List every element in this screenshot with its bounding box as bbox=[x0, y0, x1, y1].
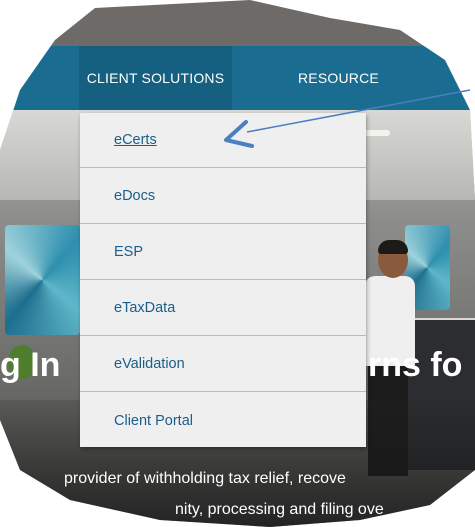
nav-client-solutions[interactable]: CLIENT SOLUTIONS bbox=[79, 46, 232, 110]
screenshot-crop: CLIENT SOLUTIONS RESOURCE g In rns fo pr… bbox=[0, 0, 475, 527]
dropdown-item-edocs[interactable]: eDocs bbox=[80, 169, 366, 224]
nav-resources-label: RESOURCE bbox=[298, 70, 379, 86]
nav-resources[interactable]: RESOURCE bbox=[298, 46, 379, 110]
dropdown-item-esp[interactable]: ESP bbox=[80, 225, 366, 280]
main-navbar bbox=[0, 46, 475, 110]
top-bar bbox=[0, 0, 475, 46]
nav-client-solutions-label: CLIENT SOLUTIONS bbox=[86, 70, 225, 86]
dropdown-item-etaxdata[interactable]: eTaxData bbox=[80, 281, 366, 336]
hero-subtitle-line-2: nity, processing and filing ove bbox=[175, 501, 384, 518]
hero-title-right: rns fo bbox=[368, 346, 463, 384]
dropdown-item-label: Client Portal bbox=[114, 412, 193, 429]
hero-title-left: g In bbox=[0, 346, 61, 384]
dropdown-item-label: eTaxData bbox=[114, 300, 176, 316]
dropdown-item-label: eValidation bbox=[114, 356, 185, 372]
dropdown-item-evalidation[interactable]: eValidation bbox=[80, 337, 366, 392]
dropdown-item-ecerts[interactable]: eCerts bbox=[80, 113, 366, 168]
hero-subtitle-line-1: provider of withholding tax relief, reco… bbox=[64, 470, 346, 487]
dropdown-item-label: eCerts bbox=[114, 132, 157, 148]
dropdown-item-client-portal[interactable]: Client Portal bbox=[80, 393, 366, 448]
wall-art bbox=[5, 225, 80, 335]
dropdown-item-label: ESP bbox=[114, 244, 144, 260]
person-hair bbox=[378, 240, 408, 254]
client-solutions-dropdown: eCerts eDocs ESP eTaxData eValidation Cl… bbox=[80, 113, 366, 447]
dropdown-item-label: eDocs bbox=[114, 188, 156, 204]
